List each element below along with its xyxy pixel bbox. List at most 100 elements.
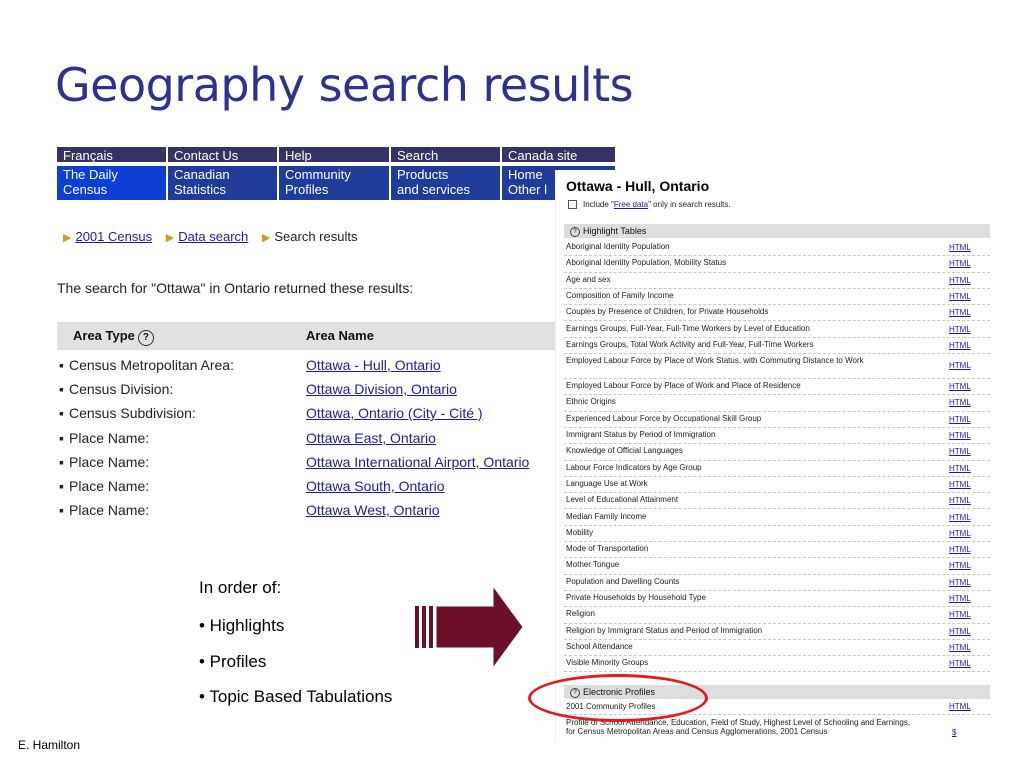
highlight-html-link[interactable]: HTML — [949, 341, 971, 350]
highlight-html-link[interactable]: HTML — [949, 292, 971, 301]
highlight-html-link[interactable]: HTML — [949, 627, 971, 636]
breadcrumb-2001-census[interactable]: 2001 Census — [75, 229, 152, 244]
highlight-table-row: Age and sex HTML — [564, 273, 990, 289]
area-name-link[interactable]: Ottawa West, Ontario — [306, 502, 440, 518]
highlight-table-label: Composition of Family Income — [566, 290, 674, 300]
highlight-ring — [528, 674, 708, 722]
highlight-html-link[interactable]: HTML — [949, 431, 971, 440]
table-row: ▪ Place Name: Ottawa South, Ontario — [57, 476, 617, 498]
highlight-html-link[interactable]: HTML — [949, 243, 971, 252]
highlight-table-label: Mobility — [566, 527, 594, 537]
highlight-html-link[interactable]: HTML — [949, 659, 971, 668]
highlight-html-link[interactable]: HTML — [949, 308, 971, 317]
highlight-table-label: Knowledge of Official Languages — [566, 446, 683, 456]
nav-contact-us[interactable]: Contact Us — [168, 147, 279, 164]
area-profile-screenshot: Ottawa - Hull, Ontario Include "Free dat… — [555, 170, 1000, 742]
highlight-table-row: Private Households by Household Type HTML — [564, 591, 990, 608]
results-table-header: Area Type? Area Name — [57, 322, 617, 350]
highlight-html-link[interactable]: HTML — [949, 561, 971, 570]
nav-label-line1: Products — [397, 167, 449, 182]
highlight-table-row: Median Family Income HTML — [564, 510, 990, 526]
highlight-table-label: Immigrant Status by Period of Immigratio… — [566, 430, 716, 439]
highlight-table-label: Couples by Presence of Children, for Pri… — [566, 307, 769, 317]
table-row: ▪ Place Name: Ottawa West, Ontario — [57, 500, 617, 522]
order-item: • Profiles — [199, 652, 267, 671]
right-arrow-icon — [415, 586, 524, 668]
bullet-icon: ▪ — [59, 357, 64, 373]
include-text-pre: Include " — [583, 200, 614, 209]
highlight-table-label: Ethnic Origins — [566, 397, 616, 407]
table-row: ▪ Place Name: Ottawa East, Ontario — [57, 428, 617, 450]
table-row: ▪ Census Subdivision: Ottawa, Ontario (Ci… — [57, 403, 617, 425]
highlight-table-label: Mother Tongue — [566, 560, 620, 570]
highlight-html-link[interactable]: HTML — [949, 361, 971, 370]
bullet-icon: ▪ — [59, 405, 64, 421]
highlight-table-row: Employed Labour Force by Place of Work a… — [564, 379, 990, 396]
area-name-link[interactable]: Ottawa - Hull, Ontario — [306, 357, 441, 373]
highlight-table-row: Mobility HTML — [564, 526, 990, 543]
profile-html-link[interactable]: HTML — [949, 702, 971, 711]
highlight-html-link[interactable]: HTML — [949, 578, 971, 587]
free-data-checkbox[interactable] — [568, 200, 577, 210]
area-title: Ottawa - Hull, Ontario — [566, 178, 710, 194]
bullet-icon: ▪ — [59, 454, 64, 470]
area-name-link[interactable]: Ottawa Division, Ontario — [306, 381, 457, 397]
include-text-post: " only in search results. — [648, 200, 731, 209]
highlight-table-row: Population and Dwelling Counts HTML — [564, 575, 990, 591]
highlight-table-label: Employed Labour Force by Place of Work a… — [566, 381, 801, 391]
area-name-link[interactable]: Ottawa International Airport, Ontario — [306, 454, 529, 470]
highlight-html-link[interactable]: HTML — [949, 643, 971, 652]
highlight-html-link[interactable]: HTML — [949, 398, 971, 407]
highlight-html-link[interactable]: HTML — [949, 382, 971, 391]
help-icon[interactable]: ? — [570, 226, 580, 237]
highlight-table-row: Employed Labour Force by Place of Work S… — [564, 354, 990, 380]
free-data-link[interactable]: Free data — [614, 200, 648, 209]
highlight-html-link[interactable]: HTML — [949, 415, 971, 424]
highlight-html-link[interactable]: HTML — [949, 529, 971, 538]
area-type: Place Name: — [69, 502, 150, 518]
highlight-html-link[interactable]: HTML — [949, 545, 971, 554]
help-icon[interactable]: ? — [137, 330, 154, 346]
breadcrumb-data-search[interactable]: Data search — [178, 229, 248, 244]
profile-purchase-link[interactable]: $ — [952, 728, 956, 737]
area-name-link[interactable]: Ottawa South, Ontario — [306, 478, 445, 494]
nav-products-services[interactable]: Products and services — [391, 166, 502, 202]
nav-canada-site[interactable]: Canada site — [502, 147, 617, 164]
highlight-table-label: Aboriginal Identity Population, Mobility… — [566, 258, 727, 268]
highlight-html-link[interactable]: HTML — [949, 259, 971, 268]
nav-the-daily-census[interactable]: The Daily Census — [57, 166, 168, 202]
highlight-table-label: Experienced Labour Force by Occupational… — [566, 413, 762, 423]
highlight-html-link[interactable]: HTML — [949, 464, 971, 473]
highlight-html-link[interactable]: HTML — [949, 496, 971, 505]
area-type: Census Division: — [69, 381, 174, 397]
highlight-table-row: Religion HTML — [564, 607, 990, 624]
nav-community-profiles[interactable]: Community Profiles — [279, 166, 391, 202]
col-area-type: Area Type? — [73, 328, 154, 346]
highlight-html-link[interactable]: HTML — [949, 610, 971, 619]
highlight-table-row: Level of Educational Attainment HTML — [564, 493, 990, 510]
area-type: Census Subdivision: — [69, 405, 196, 421]
area-name-link[interactable]: Ottawa East, Ontario — [306, 430, 436, 446]
nav-label-line2: Profiles — [285, 182, 329, 197]
highlight-html-link[interactable]: HTML — [949, 480, 971, 489]
highlight-table-label: Visible Minority Groups — [566, 658, 649, 668]
highlight-html-link[interactable]: HTML — [949, 513, 971, 522]
bullet-icon: ▪ — [59, 478, 64, 494]
author-footer: E. Hamilton — [18, 738, 81, 752]
highlight-html-link[interactable]: HTML — [949, 594, 971, 603]
nav-francais[interactable]: Français — [57, 147, 168, 164]
nav-help[interactable]: Help — [279, 147, 391, 164]
highlight-html-link[interactable]: HTML — [949, 276, 971, 285]
highlight-table-label: Mode of Transportation — [566, 544, 649, 554]
highlight-table-row: Language Use at Work HTML — [564, 477, 990, 494]
breadcrumb-arrow-icon: ▶ — [261, 232, 271, 244]
highlight-table-label: Employed Labour Force by Place of Work S… — [566, 356, 864, 366]
table-row: ▪ Census Division: Ottawa Division, Ontar… — [57, 379, 617, 401]
search-result-message: The search for "Ottawa" in Ontario retur… — [57, 280, 414, 296]
nav-search[interactable]: Search — [391, 147, 502, 164]
highlight-html-link[interactable]: HTML — [949, 447, 971, 456]
highlight-html-link[interactable]: HTML — [949, 325, 971, 334]
area-name-link[interactable]: Ottawa, Ontario (City - Cité ) — [306, 405, 483, 421]
highlight-table-row: Ethnic Origins HTML — [564, 395, 990, 412]
nav-canadian-statistics[interactable]: Canadian Statistics — [168, 166, 279, 202]
